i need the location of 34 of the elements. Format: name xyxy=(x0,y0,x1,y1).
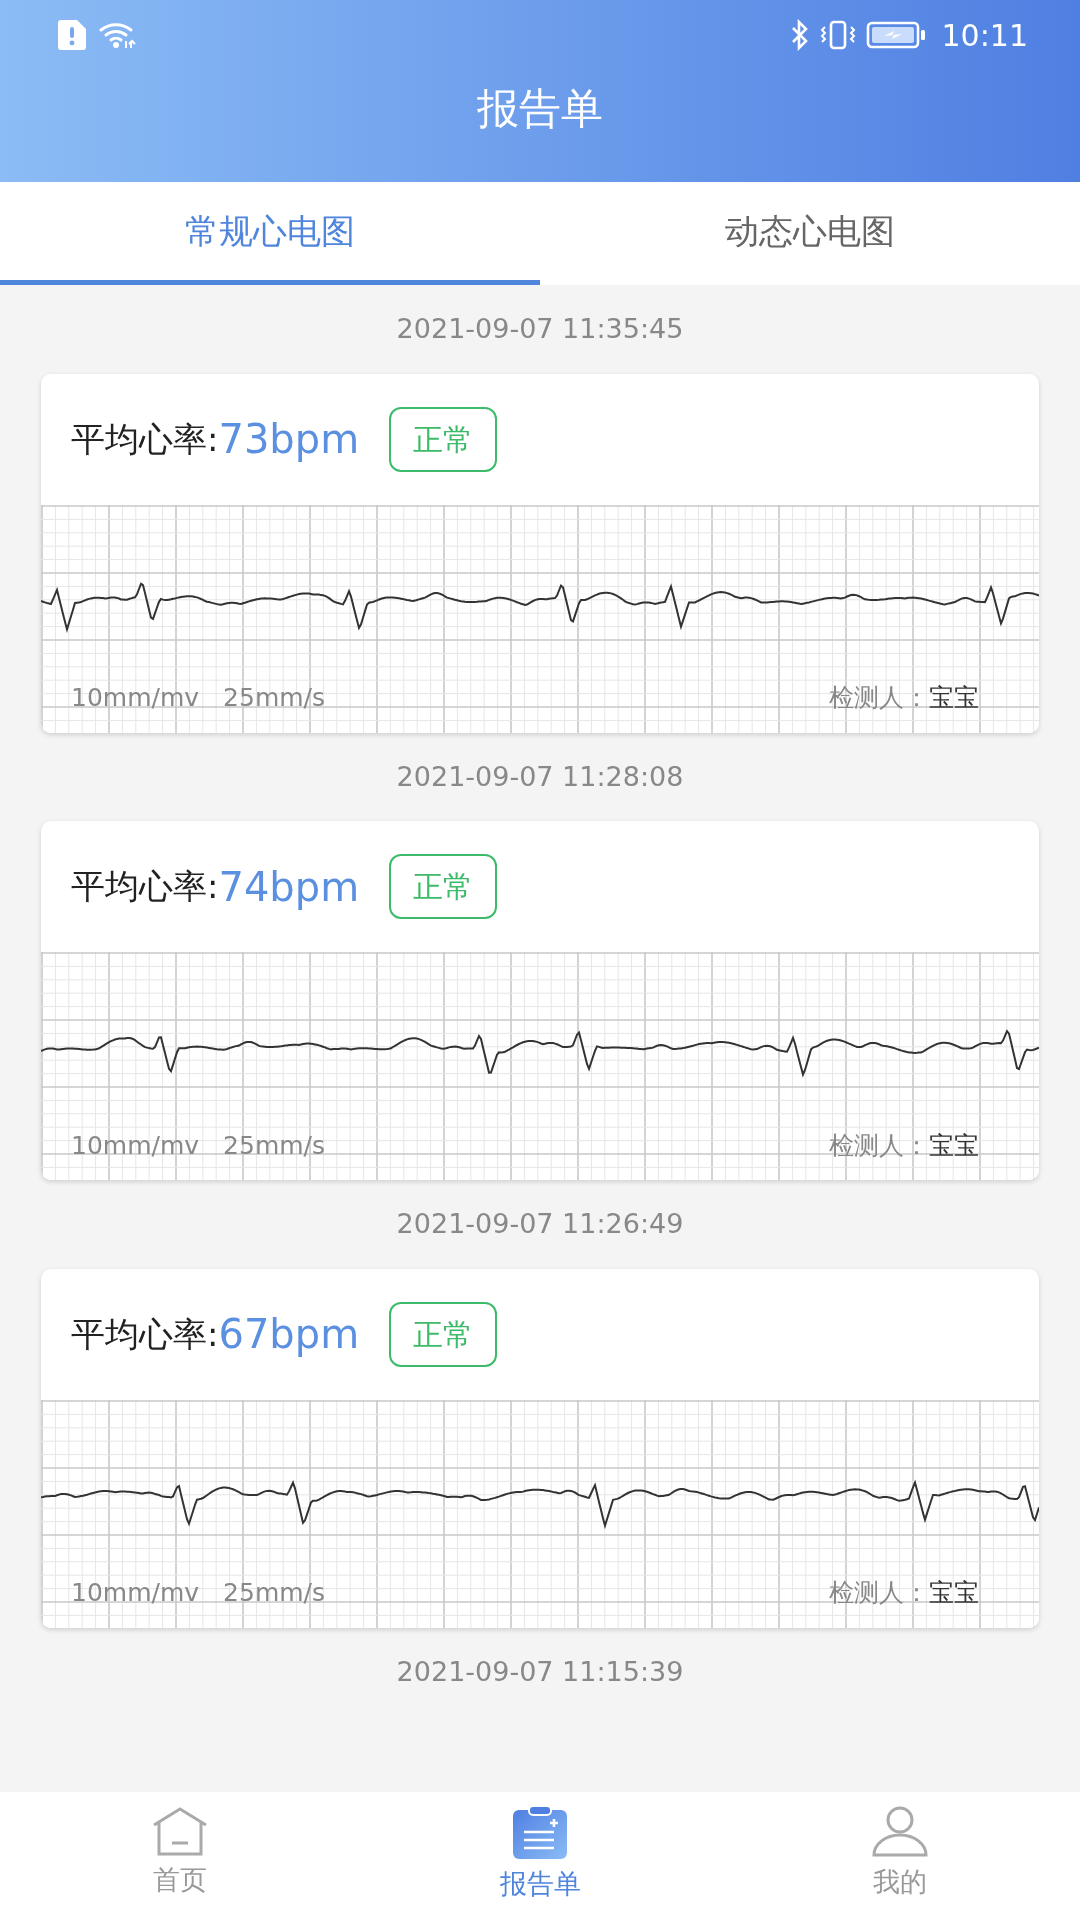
heart-rate-value: 74bpm xyxy=(218,862,360,912)
record-time: 2021-09-07 11:35:45 xyxy=(395,312,685,346)
sim-alert-icon xyxy=(58,20,86,50)
speed-label: 25mm/s xyxy=(223,682,326,714)
record-time: 2021-09-07 11:26:49 xyxy=(395,1207,685,1241)
tester-label: 检测人： xyxy=(829,1129,929,1162)
tester-label: 检测人： xyxy=(829,1577,929,1609)
status-tag: 正常 xyxy=(389,1301,498,1367)
speed-label: 25mm/s xyxy=(223,1129,326,1162)
tester-label: 检测人： xyxy=(829,682,929,714)
clipboard-icon xyxy=(512,1806,568,1860)
record-time: 2021-09-07 11:28:08 xyxy=(395,759,685,794)
home-icon xyxy=(151,1806,209,1856)
status-tag: 正常 xyxy=(389,854,498,919)
heart-rate-label: 平均心率: xyxy=(71,1312,219,1356)
bluetooth-icon xyxy=(789,19,810,51)
gain-label: 10mm/mv xyxy=(71,1577,200,1609)
heart-rate-value: 67bpm xyxy=(218,1310,360,1359)
gain-label: 10mm/mv xyxy=(71,682,200,714)
tester-name: 宝宝 xyxy=(929,1129,979,1162)
clock-time: 10:11 xyxy=(941,16,1028,55)
record-time: 2021-09-07 11:15:39 xyxy=(395,1654,685,1689)
gain-label: 10mm/mv xyxy=(71,1129,200,1162)
tester-name: 宝宝 xyxy=(929,1577,979,1609)
person-icon xyxy=(871,1806,929,1858)
heart-rate-value: 73bpm xyxy=(218,415,360,464)
wifi-icon xyxy=(98,20,138,50)
heart-rate-label: 平均心率: xyxy=(71,417,219,461)
status-tag: 正常 xyxy=(389,406,498,472)
tester-name: 宝宝 xyxy=(929,682,979,714)
heart-rate-label: 平均心率: xyxy=(71,865,219,908)
page-title: 报告单 xyxy=(477,88,603,130)
speed-label: 25mm/s xyxy=(223,1577,326,1609)
battery-charging-icon xyxy=(865,20,926,50)
